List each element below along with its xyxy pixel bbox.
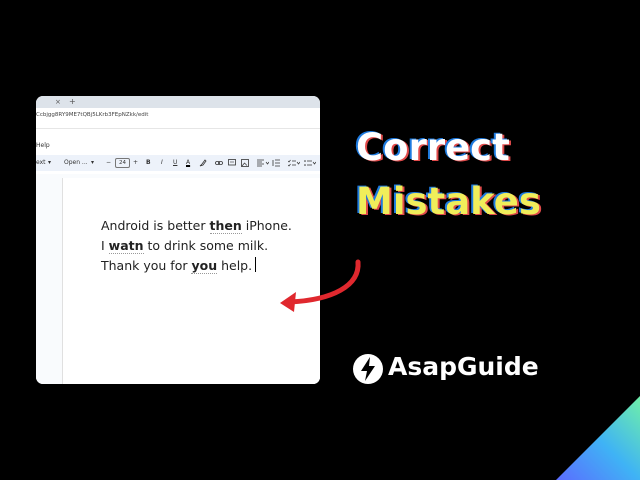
browser-tab-bar: × + <box>36 96 320 108</box>
decrease-font-button[interactable]: − <box>106 158 111 168</box>
misspelled-word[interactable]: watn <box>108 238 144 254</box>
image-icon[interactable] <box>241 159 249 167</box>
text-line-2: I watn to drink some milk. <box>101 238 269 254</box>
tab-close-icon[interactable]: × <box>55 96 61 108</box>
brand-name: AsapGuide <box>388 352 539 381</box>
headline-mistakes: Mistakes <box>356 180 541 223</box>
style-select[interactable]: ext <box>36 158 46 168</box>
increase-font-button[interactable]: + <box>133 158 138 168</box>
font-select[interactable]: Open ... <box>64 158 88 168</box>
address-bar[interactable]: Ccbjgg8RY9ME7tQBj5LKrb3FEpNZkk/edit <box>36 108 320 129</box>
document-body[interactable]: Android is better then iPhone. I watn to… <box>101 216 292 276</box>
gradient-corner-decoration <box>556 396 640 480</box>
comment-icon[interactable] <box>228 159 236 167</box>
font-size-input[interactable]: 24 <box>115 158 130 168</box>
misspelled-word[interactable]: you <box>191 258 218 274</box>
link-icon[interactable] <box>215 159 223 167</box>
italic-button[interactable]: I <box>161 158 163 168</box>
bullet-list-icon[interactable] <box>304 159 316 167</box>
lightning-logo-icon <box>353 354 383 384</box>
style-chevron-icon[interactable]: ▾ <box>48 158 51 168</box>
url-text: Ccbjgg8RY9ME7tQBj5LKrb3FEpNZkk/edit <box>36 112 149 118</box>
pointer-arrow-icon <box>280 259 361 312</box>
new-tab-icon[interactable]: + <box>69 96 76 108</box>
docs-menu-bar: Help <box>36 142 320 152</box>
docs-toolbar: ext ▾ Open ... ▾ − 24 + B I U A <box>36 155 320 171</box>
highlight-icon[interactable] <box>199 159 207 167</box>
misspelled-word[interactable]: then <box>209 218 242 234</box>
bold-button[interactable]: B <box>146 158 151 168</box>
align-icon[interactable] <box>257 159 269 167</box>
checklist-icon[interactable] <box>288 159 300 167</box>
menu-help[interactable]: Help <box>36 142 50 149</box>
underline-button[interactable]: U <box>173 158 177 168</box>
font-chevron-icon[interactable]: ▾ <box>91 158 94 168</box>
text-line-3: Thank you for you help. <box>101 256 292 276</box>
line-spacing-icon[interactable] <box>272 159 280 167</box>
text-line-1: Android is better then iPhone. <box>101 218 292 234</box>
text-cursor <box>255 257 257 272</box>
text-color-button[interactable]: A <box>186 158 190 168</box>
headline-correct: Correct <box>356 126 510 169</box>
